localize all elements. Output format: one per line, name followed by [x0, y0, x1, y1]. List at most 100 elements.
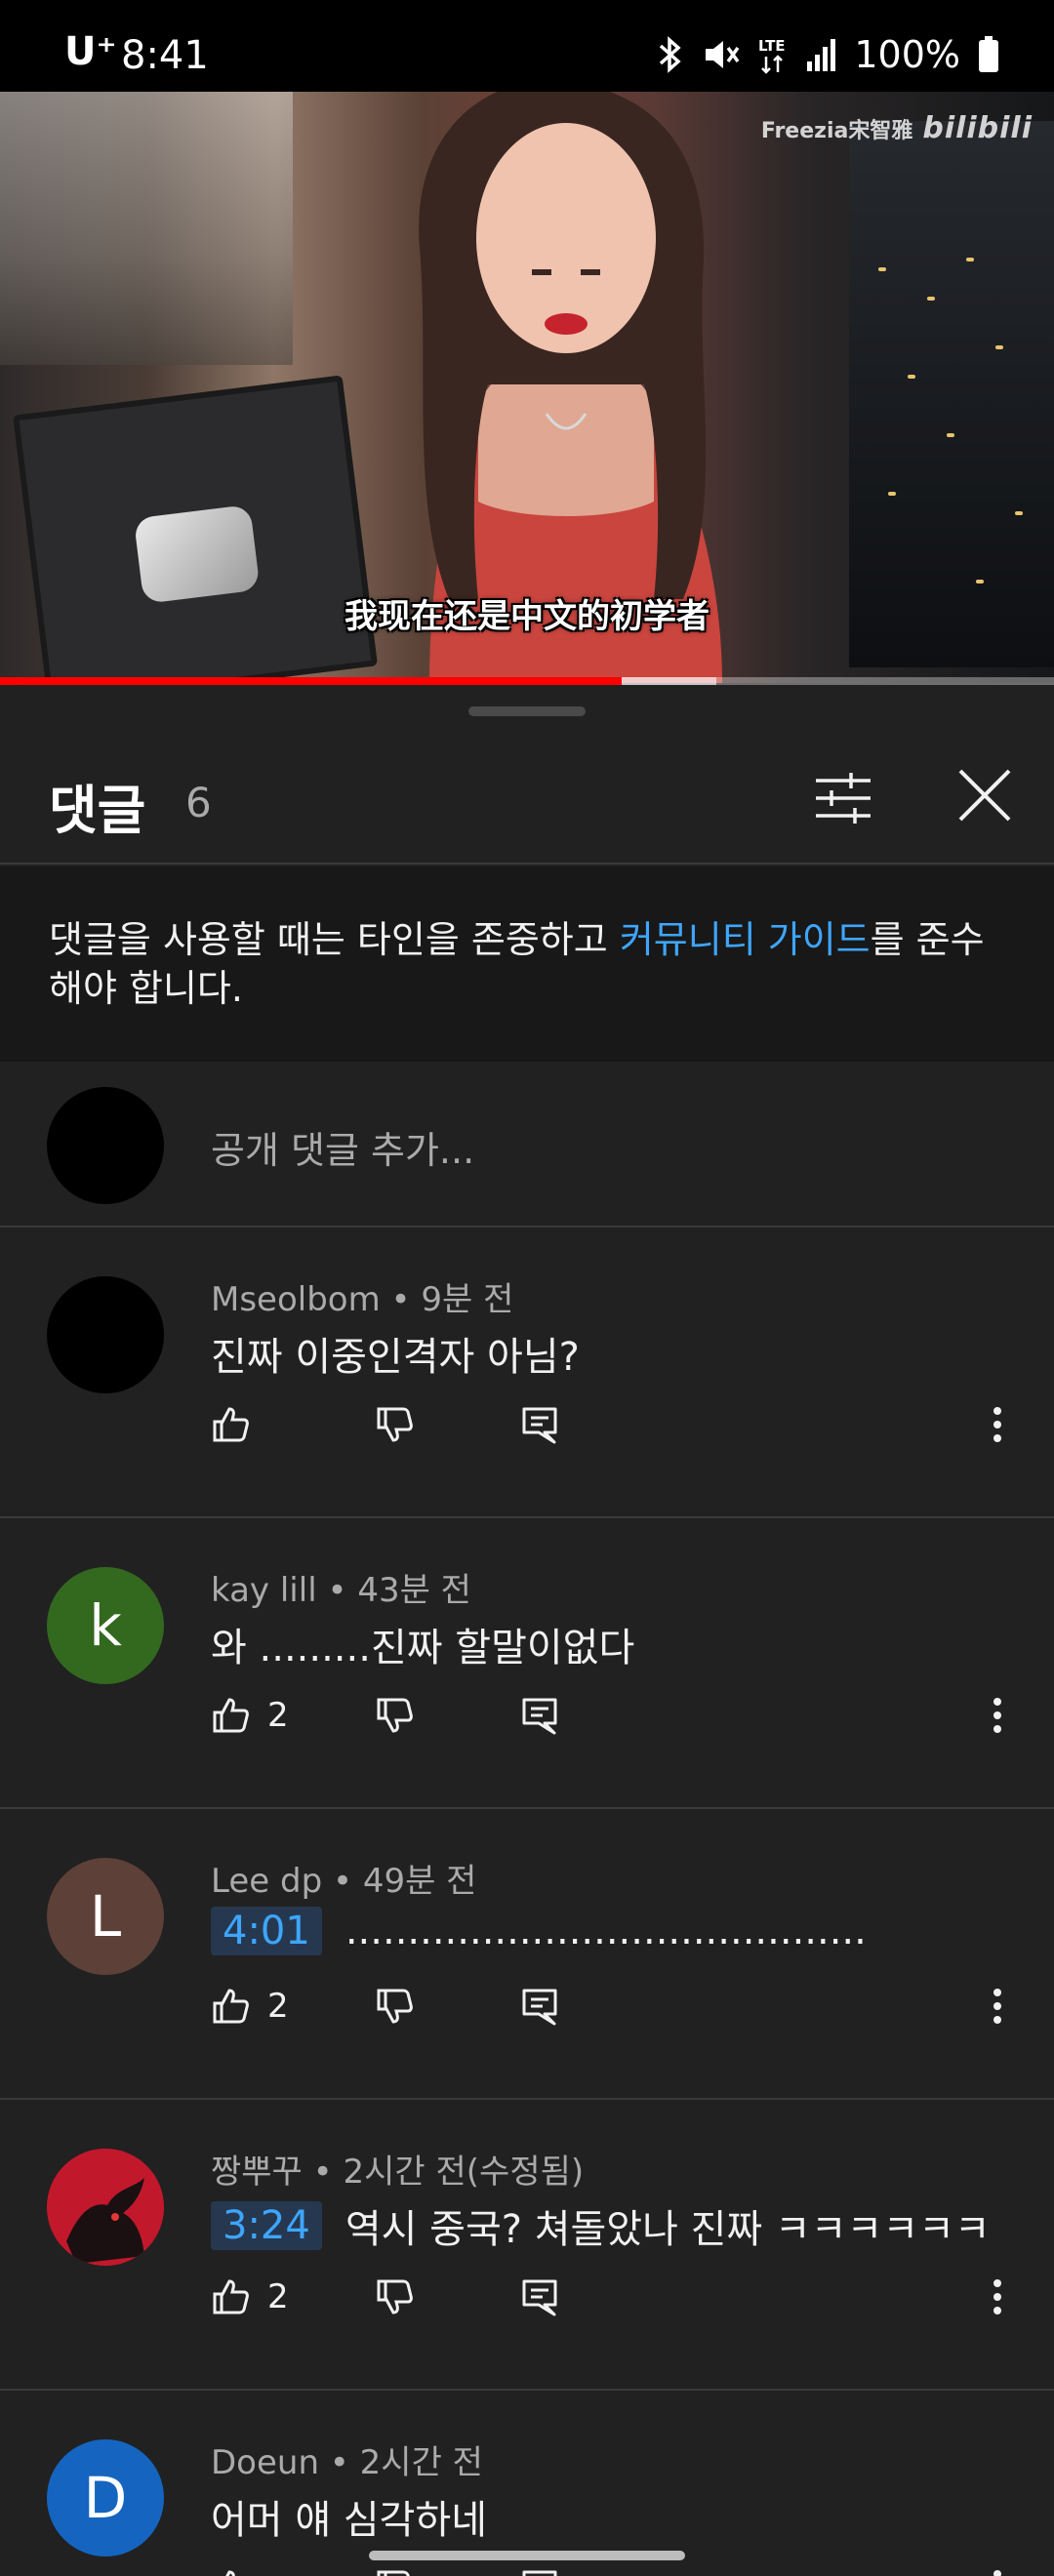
thumbs-down-icon [377, 2570, 410, 2576]
comment-item: L Lee dp • 49분 전 4:01...................… [0, 1809, 1054, 2098]
comment-timestamp-link[interactable]: 4:01 [211, 1907, 322, 1955]
comment-body: 4:01....................................… [211, 1907, 867, 1955]
dislike-button[interactable] [375, 2268, 414, 2326]
video-watermark: Freezia宋智雅 bilibili [761, 111, 1033, 145]
community-guideline-notice: 댓글을 사용할 때는 타인을 존중하고 커뮤니티 가이드를 준수해야 합니다. [0, 866, 1054, 1062]
dislike-button[interactable] [375, 1395, 414, 1454]
comment-meta: Doeun • 2시간 전 [211, 2443, 483, 2482]
sort-filter-icon[interactable] [812, 767, 874, 829]
comment-author[interactable]: 짱뿌꾸 [211, 2153, 303, 2192]
more-vert-icon [993, 1698, 1001, 1733]
thumbs-up-icon [213, 2279, 249, 2314]
dislike-button[interactable] [375, 2558, 414, 2576]
reply-button[interactable] [521, 2268, 558, 2326]
status-icons: LTE 100% [657, 33, 999, 76]
comment-meta: kay lill • 43분 전 [211, 1571, 471, 1610]
comment-actions [211, 1395, 1021, 1454]
like-count: 2 [267, 2277, 289, 2316]
comment-item: Mseolbom • 9분 전 진짜 이중인격자 아님? [0, 1228, 1054, 1516]
comment-meta: Lee dp • 49분 전 [211, 1862, 477, 1901]
bluetooth-icon [660, 36, 681, 73]
add-comment-input[interactable]: 공개 댓글 추가... [211, 1120, 474, 1174]
like-count: 2 [267, 1987, 289, 2026]
reply-icon [522, 1407, 557, 1444]
video-player[interactable]: Freezia宋智雅 bilibili 我现在还是中文的初学者 [0, 92, 1054, 683]
comment-time: 2시간 전 [359, 2443, 483, 2482]
reply-button[interactable] [521, 1686, 558, 1745]
avatar-letter: k [89, 1592, 122, 1659]
header-divider [0, 863, 1054, 865]
comment-body: 진짜 이중인격자 아님? [211, 1325, 580, 1382]
thumbs-up-icon [213, 1407, 249, 1442]
comments-count: 6 [185, 779, 212, 826]
more-actions-button[interactable] [992, 1977, 1003, 2035]
comment-time: 9분 전 [421, 1280, 514, 1319]
dislike-button[interactable] [375, 1977, 414, 2035]
video-background-window [0, 92, 293, 365]
comment-author[interactable]: kay lill [211, 1571, 317, 1610]
guideline-prefix: 댓글을 사용할 때는 타인을 존중하고 [49, 918, 620, 961]
reply-button[interactable] [521, 1977, 558, 2035]
more-actions-button[interactable] [992, 1395, 1003, 1454]
current-user-avatar [47, 1087, 164, 1204]
comment-text: 진짜 이중인격자 아님? [211, 1335, 580, 1380]
like-button[interactable]: 2 [211, 1686, 289, 1745]
comment-body: 와 .........진짜 할말이없다 [211, 1616, 634, 1672]
more-vert-icon [993, 2570, 1001, 2576]
comment-time: 49분 전 [362, 1862, 477, 1901]
comment-item: D Doeun • 2시간 전 어머 얘 심각하네 [0, 2391, 1054, 2576]
reply-button[interactable] [521, 1395, 558, 1454]
comment-avatar[interactable] [47, 1276, 164, 1393]
reply-icon [522, 2279, 557, 2316]
comments-header: 댓글 6 [0, 728, 1054, 865]
video-progress-bar[interactable] [0, 677, 1054, 685]
comment-author[interactable]: Doeun [211, 2443, 319, 2482]
reply-icon [522, 1698, 557, 1735]
more-actions-button[interactable] [992, 1686, 1003, 1745]
more-actions-button[interactable] [992, 2558, 1003, 2576]
like-count: 2 [267, 1696, 289, 1735]
community-guidelines-link[interactable]: 커뮤니티 가이드 [620, 918, 871, 961]
sheet-drag-handle[interactable] [468, 706, 586, 716]
thumbs-up-icon [213, 1989, 249, 2024]
like-button[interactable] [211, 2558, 250, 2576]
comment-actions: 2 [211, 2268, 1021, 2326]
progress-played [0, 677, 623, 685]
thumbs-down-icon [377, 1698, 413, 1733]
more-actions-button[interactable] [992, 2268, 1003, 2326]
reply-icon [522, 1989, 557, 2026]
comment-text: 어머 얘 심각하네 [211, 2498, 488, 2543]
battery-percent: 100% [854, 33, 960, 76]
more-vert-icon [993, 2279, 1001, 2314]
comment-avatar[interactable]: L [47, 1858, 164, 1975]
add-comment-row[interactable]: 공개 댓글 추가... [0, 1062, 1054, 1228]
comment-actions [211, 2558, 1021, 2576]
home-indicator[interactable] [369, 2551, 685, 2560]
comment-text: 역시 중국? 쳐돌았나 진짜 ㅋㅋㅋㅋㅋㅋ [345, 2207, 991, 2252]
close-icon[interactable] [954, 765, 1015, 825]
battery-icon [979, 36, 998, 72]
comment-author[interactable]: Lee dp [211, 1862, 322, 1901]
thumbs-down-icon [377, 1989, 413, 2024]
comment-time: 43분 전 [357, 1571, 471, 1610]
like-button[interactable]: 2 [211, 2268, 289, 2326]
avatar-letter: L [89, 1883, 122, 1950]
reply-icon [522, 2570, 557, 2576]
comment-time: 2시간 전(수정됨) [343, 2153, 585, 2192]
comment-text: 와 .........진짜 할말이없다 [211, 1626, 635, 1670]
thumbs-up-icon [213, 1698, 249, 1733]
comment-author[interactable]: Mseolbom [211, 1280, 381, 1319]
comment-avatar[interactable]: k [47, 1567, 164, 1684]
svg-text:LTE: LTE [758, 37, 786, 55]
avatar-letter: D [83, 2465, 128, 2531]
reply-button[interactable] [521, 2558, 558, 2576]
dislike-button[interactable] [375, 1686, 414, 1745]
comment-actions: 2 [211, 1686, 1021, 1745]
like-button[interactable]: 2 [211, 1977, 289, 2035]
more-vert-icon [993, 1989, 1001, 2024]
comment-avatar[interactable] [47, 2149, 164, 2266]
comment-timestamp-link[interactable]: 3:24 [211, 2201, 322, 2250]
like-button[interactable] [211, 1395, 250, 1454]
comment-meta: Mseolbom • 9분 전 [211, 1280, 514, 1319]
comment-avatar[interactable]: D [47, 2439, 164, 2556]
